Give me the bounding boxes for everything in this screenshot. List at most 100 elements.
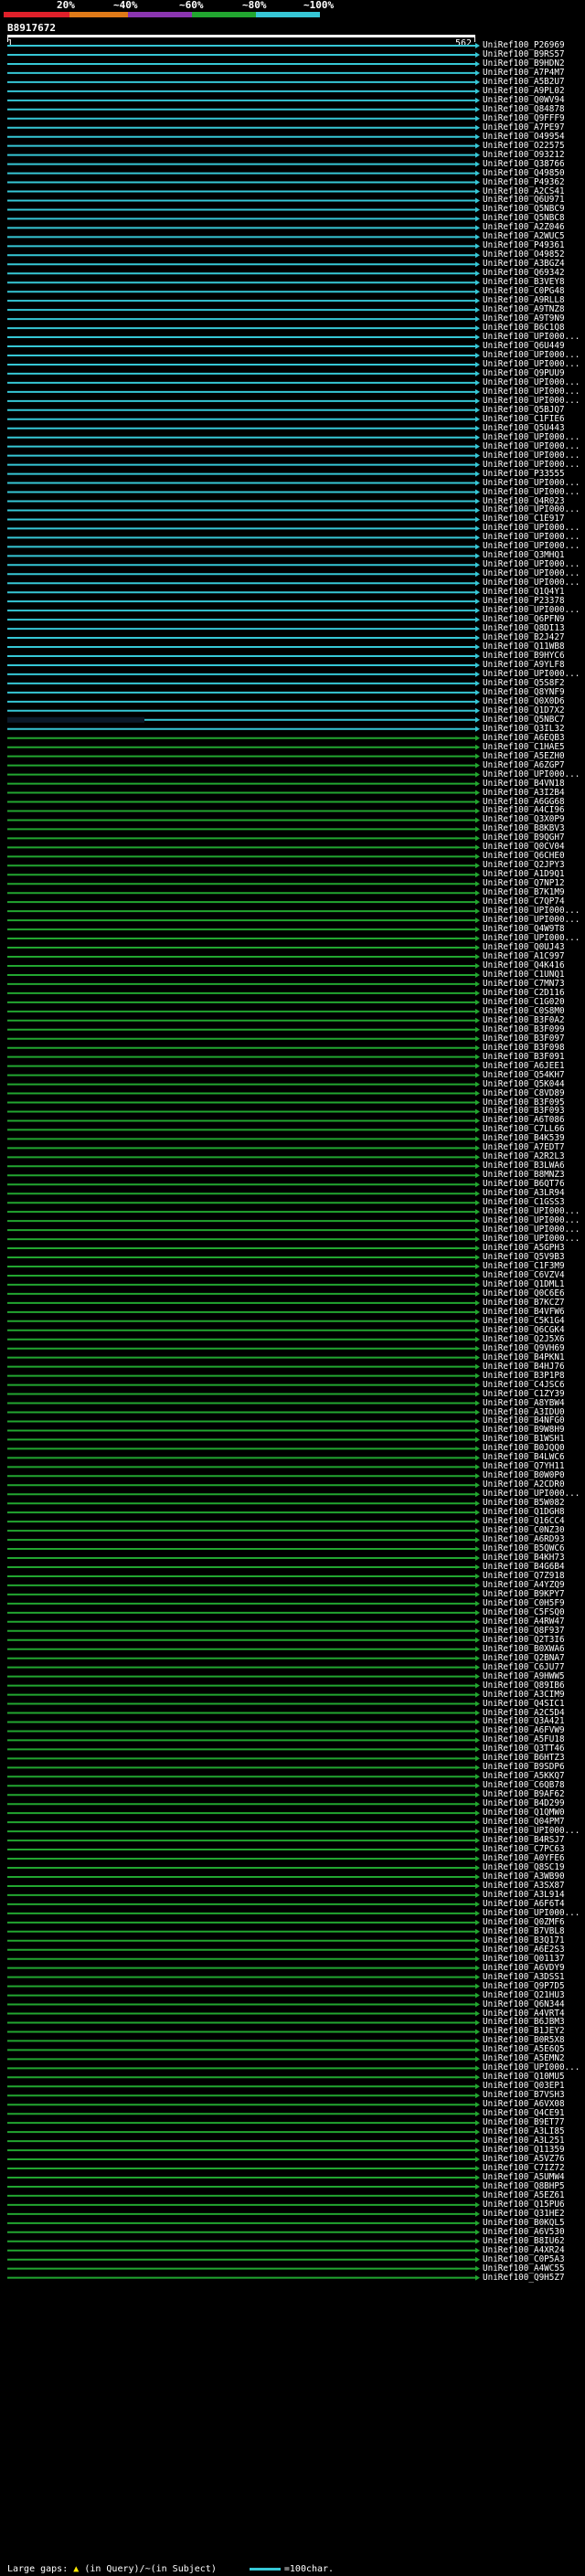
hit-arrow-icon [475, 97, 480, 103]
hit-arrow-icon [475, 1873, 480, 1880]
hit-arrow-icon [475, 334, 480, 341]
hit-arrow-icon [475, 1318, 480, 1324]
hit-arrow-icon [475, 1436, 480, 1443]
hit-arrow-icon [475, 780, 480, 787]
hit-arrow-icon [475, 2111, 480, 2117]
hit-arrow-icon [475, 2166, 480, 2172]
hit-arrow-icon [475, 425, 480, 431]
hit-arrow-icon [475, 1591, 480, 1597]
hit-arrow-icon [475, 990, 480, 996]
hit-arrow-icon [475, 1901, 480, 1907]
hit-arrow-icon [475, 1646, 480, 1652]
hit-arrow-icon [475, 1236, 480, 1243]
hit-arrow-icon [475, 1618, 480, 1625]
hit-arrow-icon [475, 1500, 480, 1507]
hit-arrow-icon [475, 452, 480, 459]
hit-arrow-icon [475, 60, 480, 67]
hit-arrow-icon [475, 2174, 480, 2180]
hit-arrow-icon [475, 2093, 480, 2099]
hit-arrow-icon [475, 1919, 480, 1925]
hit-arrow-icon [475, 1118, 480, 1124]
hit-arrow-icon [475, 917, 480, 924]
hit-arrow-icon [475, 1627, 480, 1634]
hit-arrow-icon [475, 1108, 480, 1115]
hit-arrow-icon [475, 1464, 480, 1470]
hit-arrow-icon [475, 1172, 480, 1179]
hit-arrow-icon [475, 416, 480, 422]
hit-arrow-icon [475, 1882, 480, 1889]
hit-arrow-icon [475, 325, 480, 332]
hit-arrow-icon [475, 1847, 480, 1853]
hit-arrow-icon [475, 1272, 480, 1278]
hit-arrow-icon [475, 1856, 480, 1862]
hit-arrow-icon [475, 1218, 480, 1224]
hit-arrow-icon [475, 689, 480, 695]
hit-label[interactable]: UniRef100_Q9H5Z7 [483, 2273, 565, 2283]
hit-arrow-icon [475, 1528, 480, 1534]
hit-arrow-icon [475, 188, 480, 195]
hit-arrow-icon [475, 280, 480, 286]
hit-arrow-icon [475, 1719, 480, 1725]
hit-arrow-icon [475, 1336, 480, 1342]
hit-arrow-icon [475, 407, 480, 413]
hit-arrow-icon [475, 1227, 480, 1234]
hit-arrow-icon [475, 2056, 480, 2062]
hit-arrow-icon [475, 617, 480, 623]
hit-arrow-icon [475, 1373, 480, 1379]
hit-arrow-icon [475, 361, 480, 367]
hit-arrow-icon [475, 2147, 480, 2154]
hit-arrow-icon [475, 225, 480, 231]
hit-arrow-icon [475, 707, 480, 714]
hit-arrow-icon [475, 954, 480, 959]
hit-arrow-icon [475, 1992, 480, 1998]
hit-arrow-icon [475, 2247, 480, 2253]
hit-arrow-icon [475, 2129, 480, 2136]
hit-arrow-icon [475, 844, 480, 851]
hit-arrow-icon [475, 489, 480, 495]
hit-arrow-icon [475, 835, 480, 842]
hit-arrow-icon [475, 1482, 480, 1489]
hit-arrow-icon [475, 1309, 480, 1315]
hit-arrow-icon [475, 1191, 480, 1197]
footer-in-subject: ~(in Subject) [144, 2564, 217, 2574]
hit-arrow-icon [475, 197, 480, 204]
hit-arrow-icon [475, 243, 480, 249]
scale-key [249, 2567, 281, 2571]
hit-arrow-icon [475, 1473, 480, 1479]
hit-arrow-icon [475, 562, 480, 568]
hit-arrow-icon [475, 808, 480, 814]
hit-arrow-icon [475, 1810, 480, 1817]
hit-arrow-icon [475, 1299, 480, 1306]
hit-arrow-icon [475, 1327, 480, 1333]
hit-arrow-icon [475, 307, 480, 313]
hit-arrow-icon [475, 261, 480, 268]
hit-arrow-icon [475, 2047, 480, 2053]
hit-arrow-icon [475, 2001, 480, 2008]
footer-label: Large gaps: [7, 2564, 69, 2574]
hit-arrow-icon [475, 608, 480, 614]
hit-arrow-icon [475, 1728, 480, 1734]
hit-arrow-icon [475, 1573, 480, 1579]
hit-arrow-icon [475, 1838, 480, 1844]
hit-arrow-icon [475, 498, 480, 504]
hit-arrow-icon [475, 370, 480, 376]
hit-arrow-icon [475, 2157, 480, 2163]
hit-arrow-icon [475, 817, 480, 823]
hit-arrow-icon [475, 161, 480, 167]
hit-arrow-icon [475, 872, 480, 878]
hit-arrow-icon [475, 945, 480, 951]
hit-arrow-icon [475, 1455, 480, 1461]
hit-arrow-icon [475, 1655, 480, 1661]
hit-arrow-icon [475, 1363, 480, 1370]
hit-arrow-icon [475, 133, 480, 140]
hit-arrow-icon [475, 680, 480, 686]
hit-arrow-icon [475, 826, 480, 832]
hit-arrow-icon [475, 2201, 480, 2208]
hit-arrow-icon [475, 962, 480, 969]
hit-arrow-icon [475, 2183, 480, 2189]
hit-arrow-icon [475, 1382, 480, 1388]
hit-arrow-icon [475, 1946, 480, 1953]
hit-arrow-icon [475, 289, 480, 295]
hit-arrow-icon [475, 735, 480, 741]
hit-arrow-icon [475, 1582, 480, 1588]
